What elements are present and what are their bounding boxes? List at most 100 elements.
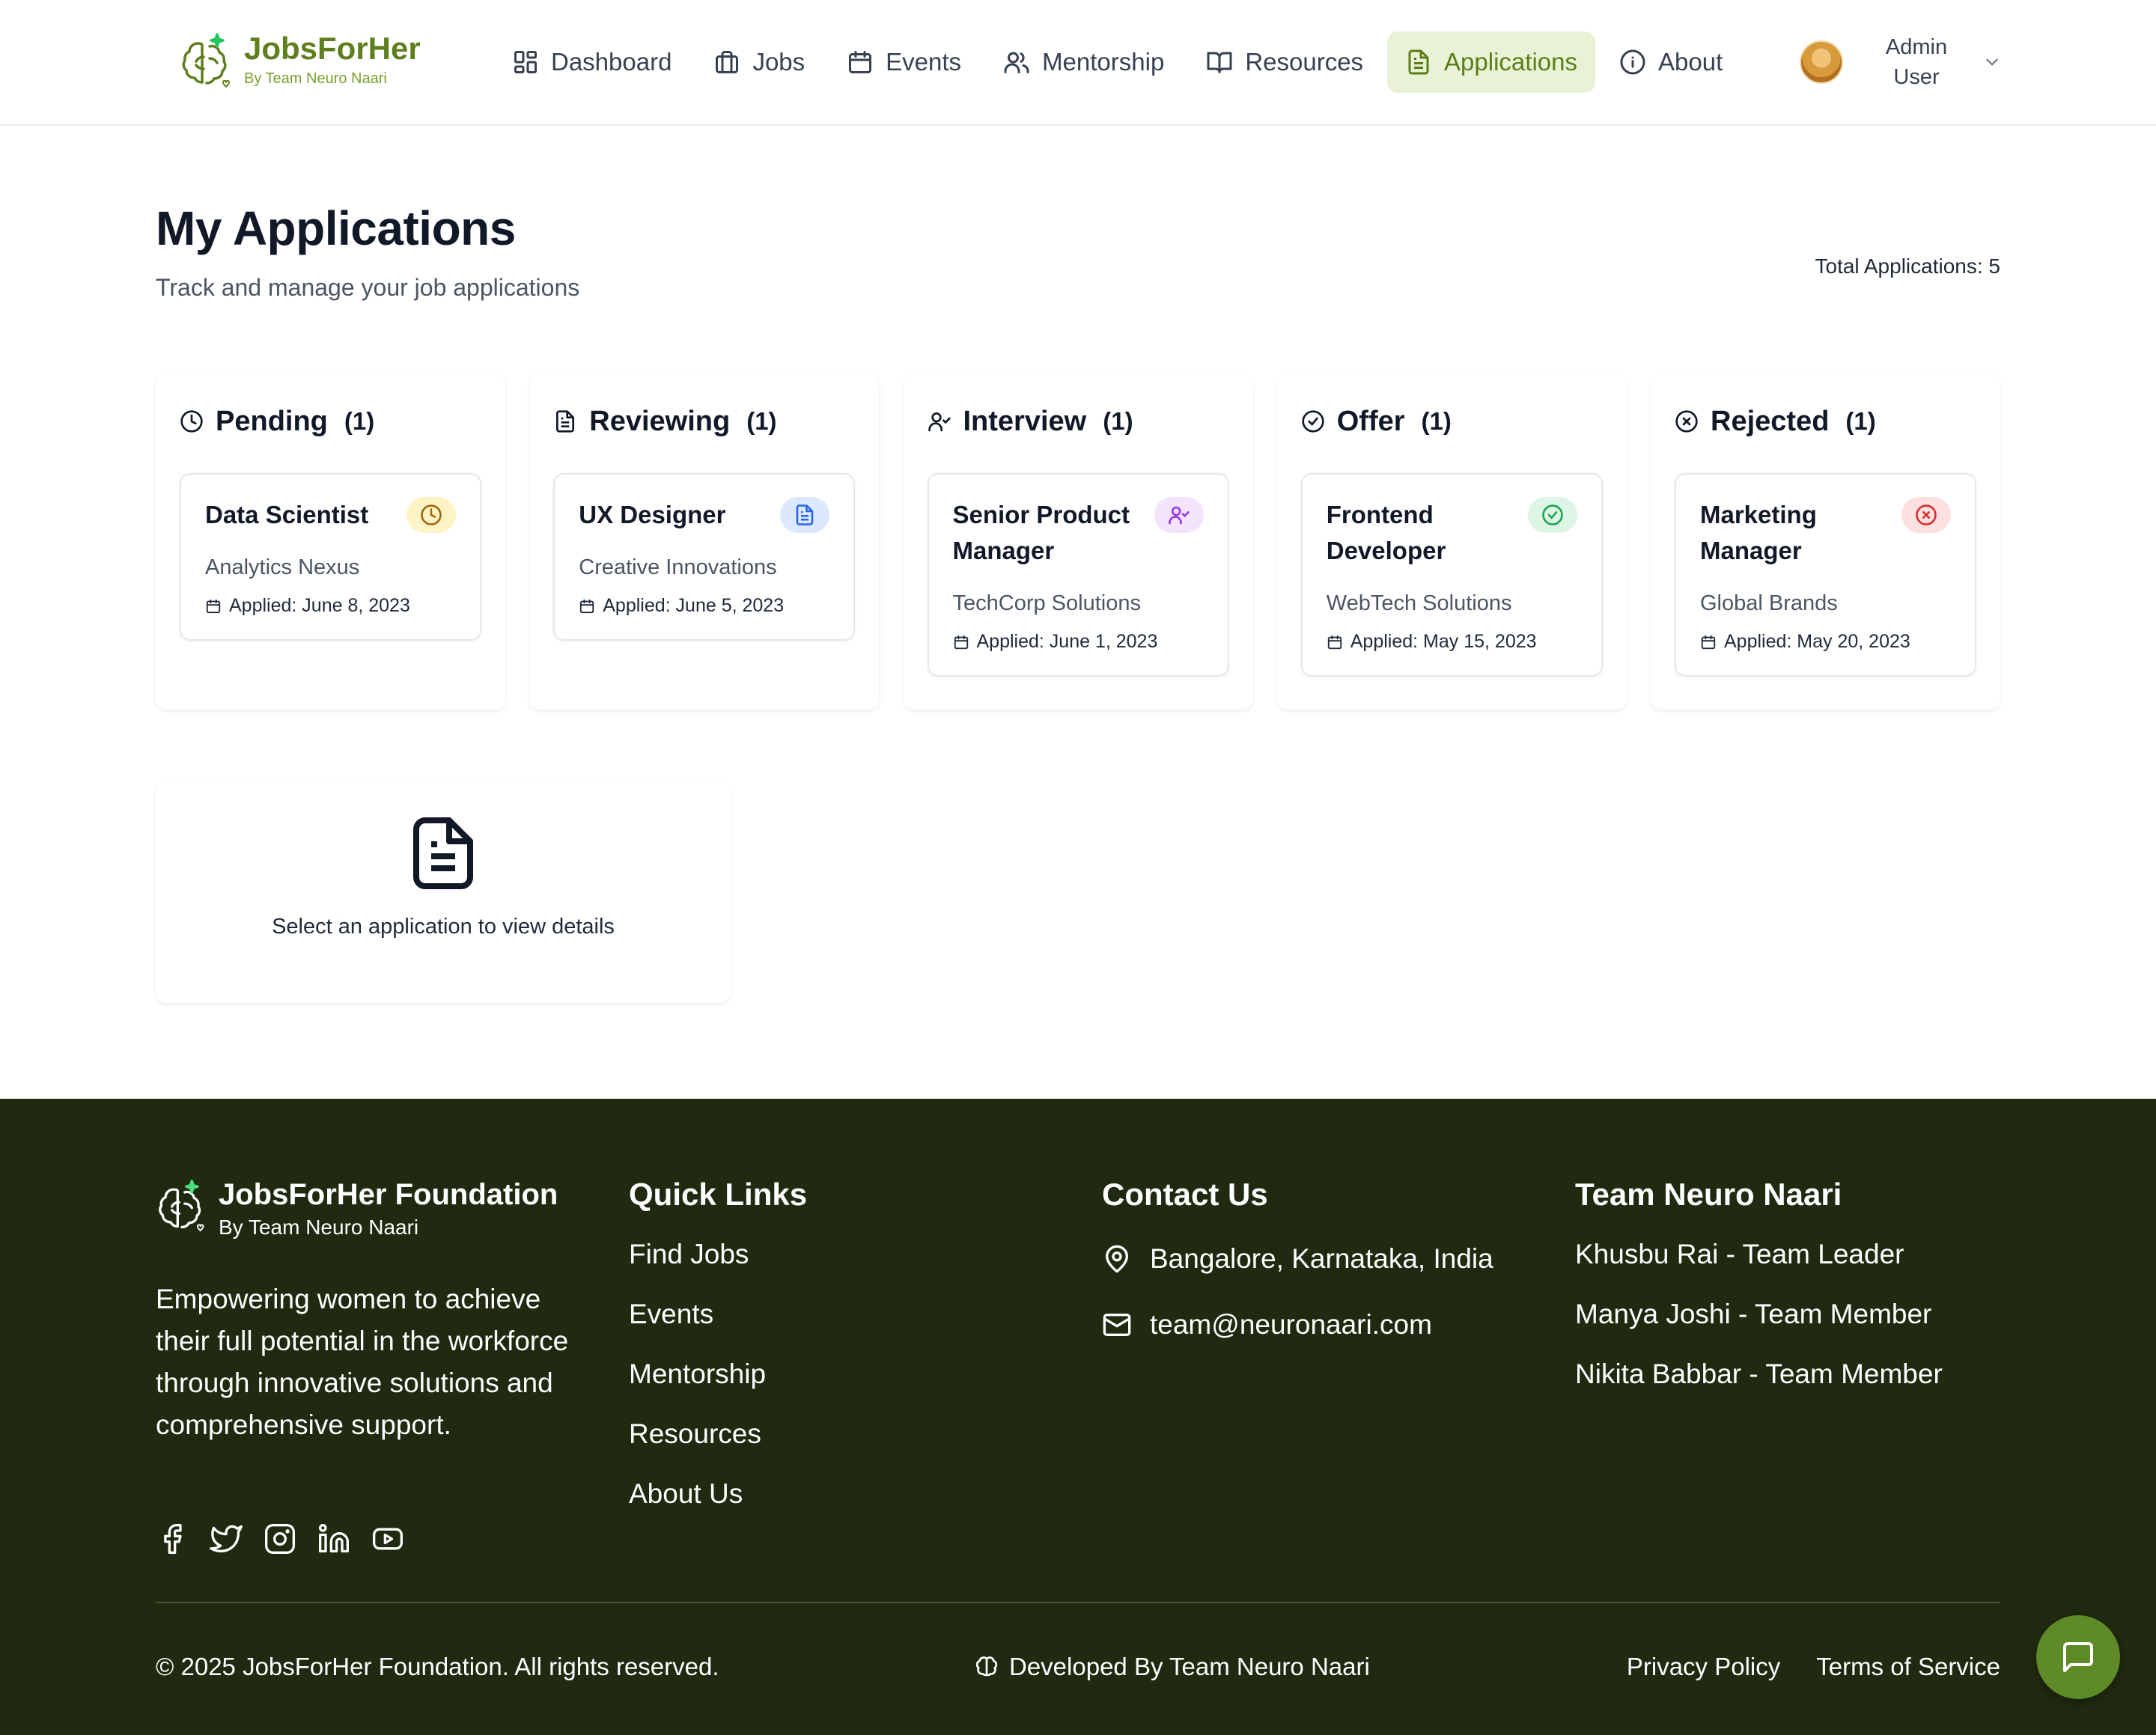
status-badge (1154, 497, 1204, 533)
footer-description: Empowering women to achieve their full p… (156, 1284, 569, 1440)
youtube-icon[interactable] (371, 1522, 404, 1555)
nav-about[interactable]: About (1601, 31, 1741, 93)
linkedin-icon[interactable] (317, 1522, 350, 1555)
column-count: (1) (746, 407, 777, 435)
contact-heading: Contact Us (1102, 1177, 1268, 1212)
clock-icon (180, 410, 203, 433)
brand-logo[interactable]: JobsForHer By Team Neuro Naari (180, 30, 421, 90)
footer-quick-links: Quick Links Find Jobs Events Mentorship … (629, 1174, 807, 1515)
footer-link-find-jobs[interactable]: Find Jobs (629, 1234, 807, 1275)
brain-logo-icon (182, 33, 230, 88)
mail-icon (1103, 1314, 1131, 1336)
footer: JobsForHer Foundation By Team Neuro Naar… (0, 1099, 2156, 1735)
status-badge (780, 497, 830, 533)
briefcase-icon (716, 51, 739, 73)
users-icon (1004, 52, 1029, 73)
chat-button[interactable] (2036, 1615, 2120, 1699)
applied-date: Applied: May 15, 2023 (1327, 631, 1577, 653)
column-count: (1) (344, 407, 375, 435)
application-card-frontend-developer[interactable]: Frontend Developer WebTech Solutions App… (1300, 473, 1603, 677)
footer-link-events[interactable]: Events (629, 1293, 807, 1335)
footer-contact: Contact Us Bangalore, Karnataka, India t… (1102, 1174, 1493, 1347)
user-menu[interactable]: Admin User (1800, 31, 2002, 93)
applied-date: Applied: June 8, 2023 (205, 595, 456, 617)
footer-brand: JobsForHer Foundation By Team Neuro Naar… (156, 1177, 558, 1239)
column-count: (1) (1845, 407, 1876, 435)
nav-mentorship[interactable]: Mentorship (985, 31, 1182, 93)
nav-about-label: About (1658, 48, 1723, 76)
contact-location-text: Bangalore, Karnataka, India (1150, 1243, 1493, 1274)
nav-dashboard[interactable]: Dashboard (494, 31, 689, 93)
calendar-icon (849, 51, 872, 73)
developed-by-text: Developed By Team Neuro Naari (1009, 1653, 1370, 1680)
company-name: Global Brands (1700, 591, 1838, 615)
applied-date-text: Applied: May 20, 2023 (1724, 631, 1910, 652)
nav-jobs[interactable]: Jobs (695, 31, 823, 93)
instagram-icon[interactable] (264, 1522, 296, 1555)
footer-team: Team Neuro Naari Khusbu Rai - Team Leade… (1575, 1174, 1943, 1395)
nav-resources[interactable]: Resources (1188, 31, 1381, 93)
page-title: My Applications (156, 201, 516, 255)
column-count: (1) (1421, 407, 1452, 435)
document-icon (797, 504, 814, 525)
clock-icon (421, 504, 442, 525)
contact-email[interactable]: team@neuronaari.com (1102, 1302, 1493, 1347)
contact-email-text: team@neuronaari.com (1150, 1309, 1432, 1340)
application-card-marketing-manager[interactable]: Marketing Manager Global Brands Applied:… (1675, 473, 1976, 677)
chat-icon (2063, 1642, 2093, 1672)
footer-link-about-us[interactable]: About Us (629, 1473, 807, 1515)
map-pin-icon (1106, 1245, 1128, 1273)
top-navbar: JobsForHer By Team Neuro Naari Dashboard… (0, 0, 2156, 126)
column-pending: Pending (1) Data Scientist Analytics Nex… (156, 374, 505, 710)
footer-brand-name: JobsForHer Foundation (219, 1178, 558, 1211)
book-icon (1207, 52, 1232, 73)
column-offer: Offer (1) Frontend Developer WebTech Sol… (1276, 374, 1627, 710)
social-links (156, 1522, 425, 1555)
details-placeholder: Select an application to view details (272, 915, 615, 939)
facebook-icon[interactable] (156, 1522, 189, 1555)
calendar-icon (1701, 635, 1716, 649)
applied-date-text: Applied: June 8, 2023 (229, 595, 410, 616)
team-heading: Team Neuro Naari (1575, 1177, 1842, 1212)
twitter-icon[interactable] (210, 1522, 243, 1555)
footer-link-resources[interactable]: Resources (629, 1413, 807, 1455)
calendar-icon (954, 635, 968, 649)
nav-applications[interactable]: Applications (1387, 31, 1595, 93)
application-card-senior-product-manager[interactable]: Senior Product Manager TechCorp Solution… (927, 473, 1229, 677)
user-name: Admin User (1872, 32, 1961, 92)
applied-date: Applied: June 1, 2023 (953, 631, 1204, 653)
column-rejected: Rejected (1) Marketing Manager Global Br… (1651, 374, 2000, 710)
applied-date-text: Applied: June 1, 2023 (976, 631, 1158, 652)
terms-of-service-link[interactable]: Terms of Service (1816, 1653, 2000, 1681)
nav-mentorship-label: Mentorship (1042, 48, 1165, 76)
avatar (1800, 40, 1843, 84)
application-card-ux-designer[interactable]: UX Designer Creative Innovations Applied… (553, 473, 856, 641)
applications-board: Pending (1) Data Scientist Analytics Nex… (156, 374, 2000, 710)
nav-events[interactable]: Events (829, 31, 979, 93)
nav-events-label: Events (886, 48, 962, 76)
job-title: UX Designer (579, 501, 726, 528)
check-circle-icon (1542, 504, 1563, 525)
nav-resources-label: Resources (1245, 48, 1364, 76)
applied-date-text: Applied: June 5, 2023 (603, 595, 785, 616)
column-title: Interview (963, 405, 1087, 437)
footer-link-mentorship[interactable]: Mentorship (629, 1353, 807, 1395)
application-details-panel: Select an application to view details (156, 781, 731, 1003)
column-title: Offer (1336, 405, 1405, 437)
total-applications: Total Applications: 5 (1815, 254, 2001, 278)
check-circle-icon (1302, 410, 1324, 433)
contact-location: Bangalore, Karnataka, India (1102, 1237, 1493, 1281)
footer-brand-tagline: By Team Neuro Naari (219, 1216, 419, 1239)
privacy-policy-link[interactable]: Privacy Policy (1627, 1653, 1780, 1681)
company-name: TechCorp Solutions (952, 591, 1141, 615)
x-circle-icon (1675, 410, 1698, 433)
main-nav: Dashboard Jobs Events Mentorship Resourc… (494, 31, 1747, 93)
column-reviewing: Reviewing (1) UX Designer Creative Innov… (529, 374, 880, 710)
chevron-down-icon (1986, 58, 1998, 66)
page-subtitle: Track and manage your job applications (156, 274, 580, 301)
team-member: Khusbu Rai - Team Leader (1575, 1239, 1904, 1269)
calendar-icon (206, 599, 221, 613)
application-card-data-scientist[interactable]: Data Scientist Analytics Nexus Applied: … (180, 473, 481, 641)
column-title: Rejected (1711, 405, 1830, 437)
calendar-icon (580, 599, 594, 613)
